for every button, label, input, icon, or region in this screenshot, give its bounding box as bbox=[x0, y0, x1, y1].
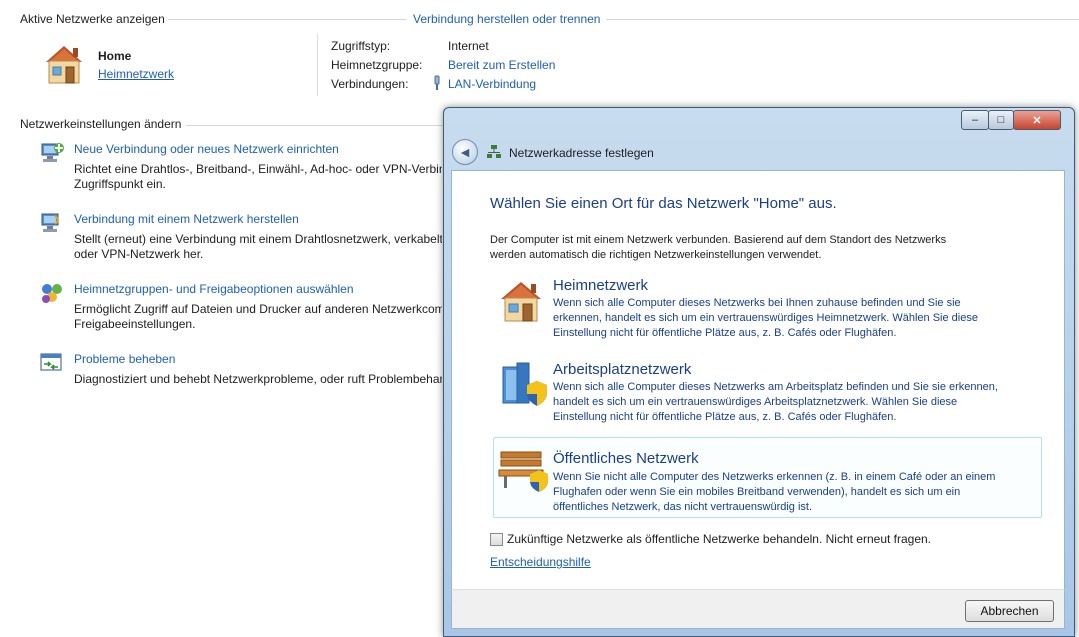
homegroup-icon bbox=[42, 284, 62, 303]
connect-network-icon bbox=[41, 213, 59, 232]
lan-connection-link[interactable]: LAN-Verbindung bbox=[448, 77, 536, 91]
troubleshoot-icon bbox=[40, 353, 62, 371]
work-network-icon bbox=[502, 362, 547, 406]
option-description: Einstellung nicht für öffentliche Plätze… bbox=[553, 327, 897, 339]
access-type-value: Internet bbox=[448, 39, 489, 53]
task-description: oder VPN-Netzwerk her. bbox=[74, 247, 204, 261]
maximize-button[interactable]: □ bbox=[988, 110, 1014, 130]
task-description: Freigabeeinstellungen. bbox=[74, 317, 196, 331]
option-description: erkennen, handelt es sich um ein vertrau… bbox=[553, 312, 978, 324]
network-name: Home bbox=[98, 49, 132, 63]
section-divider bbox=[606, 19, 1079, 20]
option-description: öffentliches Netzwerk, das nicht vertrau… bbox=[553, 501, 813, 513]
set-network-location-dialog: ‒ □ ✕ ◄ Netzwerkadresse festlegen Wählen… bbox=[443, 107, 1075, 637]
dialog-content: Wählen Sie einen Ort für das Netzwerk "H… bbox=[451, 170, 1065, 590]
maximize-icon: □ bbox=[997, 114, 1005, 126]
homegroup-status-link[interactable]: Bereit zum Erstellen bbox=[448, 58, 555, 72]
decision-help-link[interactable]: Entscheidungshilfe bbox=[490, 555, 591, 569]
checkbox-label[interactable]: Zukünftige Netzwerke als öffentliche Net… bbox=[507, 532, 931, 546]
minimize-icon: ‒ bbox=[971, 114, 979, 126]
close-icon: ✕ bbox=[1032, 114, 1042, 127]
option-public-network[interactable]: Öffentliches Netzwerk Wenn Sie nicht all… bbox=[493, 437, 1042, 518]
option-description: Wenn Sie nicht alle Computer des Netzwer… bbox=[553, 471, 996, 483]
cancel-button[interactable]: Abbrechen bbox=[965, 600, 1054, 622]
public-default-checkbox[interactable] bbox=[490, 533, 503, 546]
dialog-title: Netzwerkadresse festlegen bbox=[509, 146, 654, 160]
task-link-connect-network[interactable]: Verbindung mit einem Netzwerk herstellen bbox=[74, 212, 299, 226]
task-description: Diagnostiziert und behebt Netzwerkproble… bbox=[74, 372, 442, 386]
option-description: Einstellung nicht für öffentliche Plätze… bbox=[553, 411, 897, 423]
connections-label: Verbindungen: bbox=[331, 77, 409, 91]
home-network-icon bbox=[501, 282, 541, 322]
option-title: Arbeitsplatznetzwerk bbox=[553, 361, 692, 378]
option-title: Heimnetzwerk bbox=[553, 277, 649, 294]
task-description: Stellt (erneut) eine Verbindung mit eine… bbox=[74, 232, 442, 246]
option-description: Wenn sich alle Computer dieses Netzwerks… bbox=[553, 381, 998, 393]
home-network-icon bbox=[46, 46, 82, 84]
homegroup-label: Heimnetzgruppe: bbox=[331, 58, 423, 72]
option-title: Öffentliches Netzwerk bbox=[553, 450, 699, 467]
option-description: handelt es sich um ein vertrauenswürdige… bbox=[553, 396, 958, 408]
task-description: Zugriffspunkt ein. bbox=[74, 177, 166, 191]
ethernet-icon bbox=[434, 75, 440, 90]
access-type-label: Zugriffstyp: bbox=[331, 39, 391, 53]
back-arrow-icon: ◄ bbox=[458, 144, 472, 160]
option-description: Wenn sich alle Computer dieses Netzwerks… bbox=[553, 297, 961, 309]
task-link-new-connection[interactable]: Neue Verbindung oder neues Netzwerk einr… bbox=[74, 142, 339, 156]
minimize-button[interactable]: ‒ bbox=[961, 110, 989, 130]
change-settings-header: Netzwerkeinstellungen ändern bbox=[20, 117, 182, 131]
task-description: Richtet eine Drahtlos-, Breitband-, Einw… bbox=[74, 162, 442, 176]
dialog-intro: werden automatisch die richtigen Netzwer… bbox=[490, 249, 822, 261]
dialog-footer: Abbrechen bbox=[451, 589, 1065, 629]
network-icon bbox=[487, 145, 501, 158]
option-description: Flughafen oder wenn Sie ein mobiles Brei… bbox=[553, 486, 961, 498]
task-link-homegroup-sharing[interactable]: Heimnetzgruppen- und Freigabeoptionen au… bbox=[74, 282, 354, 296]
connect-disconnect-link[interactable]: Verbindung herstellen oder trennen bbox=[413, 12, 600, 26]
option-work-network[interactable]: Arbeitsplatznetzwerk Wenn sich alle Comp… bbox=[493, 361, 1040, 433]
section-divider bbox=[186, 125, 444, 126]
vertical-divider bbox=[317, 34, 318, 96]
close-button[interactable]: ✕ bbox=[1013, 110, 1061, 130]
active-networks-header: Aktive Netzwerke anzeigen bbox=[20, 12, 165, 26]
task-link-troubleshoot[interactable]: Probleme beheben bbox=[74, 352, 175, 366]
option-home-network[interactable]: Heimnetzwerk Wenn sich alle Computer die… bbox=[493, 277, 1040, 349]
task-description: Ermöglicht Zugriff auf Dateien und Druck… bbox=[74, 302, 442, 316]
new-connection-icon bbox=[41, 143, 64, 162]
section-divider bbox=[168, 19, 406, 20]
dialog-intro: Der Computer ist mit einem Netzwerk verb… bbox=[490, 234, 947, 246]
network-type-link[interactable]: Heimnetzwerk bbox=[98, 67, 174, 81]
dialog-heading: Wählen Sie einen Ort für das Netzwerk "H… bbox=[490, 195, 837, 212]
public-network-bench-icon bbox=[498, 451, 548, 492]
back-button[interactable]: ◄ bbox=[452, 139, 478, 165]
